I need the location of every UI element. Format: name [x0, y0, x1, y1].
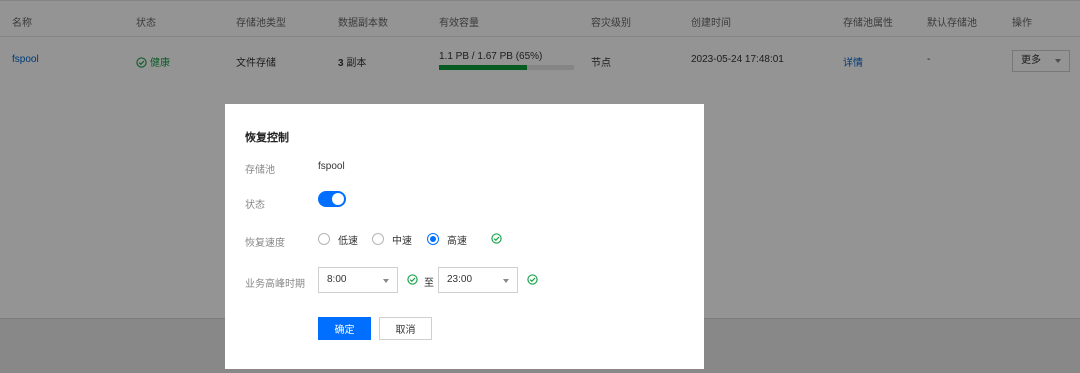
peak-start-value: 8:00 — [327, 274, 347, 285]
radio-circle-icon — [372, 233, 384, 245]
recovery-control-dialog: 恢复控制 存储池 fspool 状态 恢复速度 低速 中速 高速 业务高峰时期 … — [225, 104, 704, 369]
radio-selected-icon — [427, 233, 439, 245]
dialog-title: 恢复控制 — [245, 132, 289, 144]
peak-to-label: 至 — [424, 278, 434, 289]
speed-radio-high[interactable]: 高速 — [427, 232, 467, 247]
speed-label: 恢复速度 — [245, 238, 285, 249]
pool-value: fspool — [318, 161, 345, 172]
speed-medium-label: 中速 — [392, 235, 412, 247]
peak-start-select[interactable]: 8:00 — [318, 267, 398, 293]
speed-low-label: 低速 — [338, 235, 358, 247]
cancel-button[interactable]: 取消 — [379, 317, 432, 340]
peak-end-value: 23:00 — [447, 274, 473, 285]
status-label: 状态 — [245, 200, 265, 211]
chevron-down-icon — [383, 279, 389, 283]
status-toggle[interactable] — [318, 191, 346, 207]
confirm-button[interactable]: 确定 — [318, 317, 371, 340]
toggle-knob — [332, 193, 344, 205]
radio-circle-icon — [318, 233, 330, 245]
pool-label: 存储池 — [245, 165, 275, 176]
check-circle-icon — [491, 233, 502, 244]
peak-end-select[interactable]: 23:00 — [438, 267, 518, 293]
speed-radio-low[interactable]: 低速 — [318, 232, 358, 247]
chevron-down-icon — [503, 279, 509, 283]
check-circle-icon — [527, 274, 538, 285]
speed-high-label: 高速 — [447, 235, 467, 247]
check-circle-icon — [407, 274, 418, 285]
speed-radio-medium[interactable]: 中速 — [372, 232, 412, 247]
peak-label: 业务高峰时期 — [245, 279, 305, 290]
